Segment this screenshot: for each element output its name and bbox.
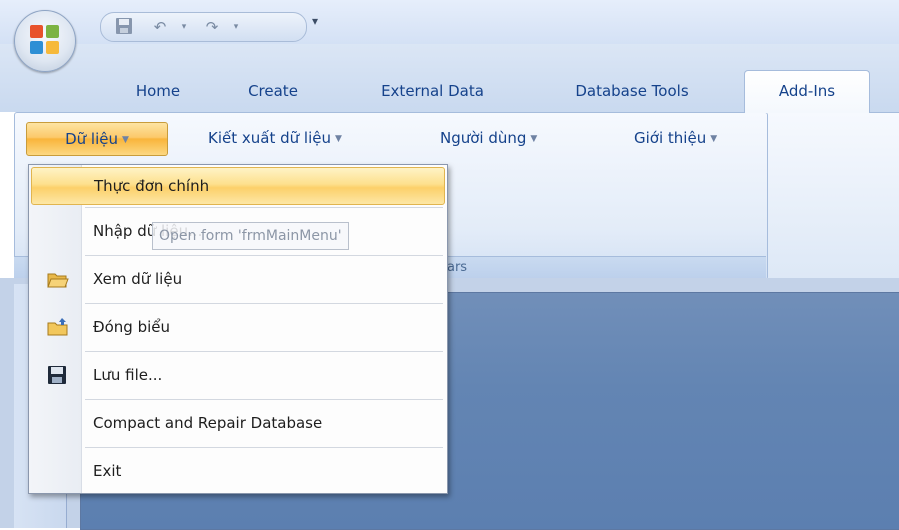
- dropdown-menu-du-lieu: Thực đơn chính Nhập dữ liệu... Xem dữ li…: [28, 164, 448, 494]
- redo-dropdown-icon[interactable]: ▾: [225, 17, 247, 37]
- tab-database-tools[interactable]: Database Tools: [548, 76, 716, 106]
- menu-item-xem-du-lieu[interactable]: Xem dữ liệu: [29, 257, 447, 301]
- menu-item-thuc-don-chinh[interactable]: Thực đơn chính: [31, 167, 445, 205]
- customize-toolbar-icon[interactable]: ▾: [312, 14, 318, 28]
- menu-item-label: Xem dữ liệu: [93, 270, 183, 288]
- tab-home[interactable]: Home: [118, 76, 198, 106]
- menu-item-label: Lưu file...: [93, 366, 163, 384]
- menu-kiet-xuat-label: Kiết xuất dữ liệu: [208, 129, 331, 147]
- menu-nguoi-dung-label: Người dùng: [440, 129, 527, 147]
- office-logo-icon: [30, 25, 60, 55]
- chevron-down-icon: ▼: [334, 133, 342, 144]
- ribbon-empty-area: [768, 112, 899, 279]
- menu-item-luu-file[interactable]: Lưu file...: [29, 353, 447, 397]
- menu-item-label: Thực đơn chính: [94, 177, 210, 195]
- folder-close-icon: [47, 317, 69, 337]
- menu-item-label: Exit: [93, 462, 122, 480]
- menu-separator: [85, 351, 443, 352]
- menu-separator: [85, 303, 443, 304]
- menu-du-lieu-label: Dữ liệu: [65, 130, 118, 148]
- ribbon-group-caption: ars: [447, 260, 468, 275]
- undo-icon[interactable]: ↶: [149, 17, 171, 37]
- office-button[interactable]: [14, 10, 76, 72]
- menu-item-label: Compact and Repair Database: [93, 414, 323, 432]
- tab-add-ins[interactable]: Add-Ins: [744, 70, 870, 113]
- save-icon: [47, 365, 69, 385]
- tab-create[interactable]: Create: [228, 76, 318, 106]
- menu-gioi-thieu[interactable]: Giới thiệu ▼: [634, 122, 717, 154]
- open-folder-icon: [47, 269, 69, 289]
- redo-icon[interactable]: ↷: [201, 17, 223, 37]
- quick-access-toolbar: ↶ ▾ ↷ ▾: [100, 12, 307, 42]
- menu-item-dong-bieu[interactable]: Đóng biểu: [29, 305, 447, 349]
- menu-separator: [85, 255, 443, 256]
- access-window: ↶ ▾ ↷ ▾ ▾ Home Create External Data Data…: [0, 0, 899, 530]
- menu-item-exit[interactable]: Exit: [29, 449, 447, 493]
- menu-separator: [85, 207, 443, 208]
- menu-separator: [85, 399, 443, 400]
- tooltip: Open form 'frmMainMenu': [152, 222, 349, 250]
- menu-item-compact-repair[interactable]: Compact and Repair Database: [29, 401, 447, 445]
- menu-du-lieu[interactable]: Dữ liệu ▼: [26, 122, 168, 156]
- menu-kiet-xuat-du-lieu[interactable]: Kiết xuất dữ liệu ▼: [208, 122, 342, 154]
- chevron-down-icon: ▼: [530, 133, 538, 144]
- menu-nguoi-dung[interactable]: Người dùng ▼: [440, 122, 537, 154]
- chevron-down-icon: ▼: [710, 133, 718, 144]
- save-icon[interactable]: [113, 17, 135, 37]
- tab-external-data[interactable]: External Data: [355, 76, 510, 106]
- menu-item-label: Đóng biểu: [93, 318, 171, 336]
- menu-separator: [85, 447, 443, 448]
- undo-dropdown-icon[interactable]: ▾: [173, 17, 195, 37]
- menu-gioi-thieu-label: Giới thiệu: [634, 129, 707, 147]
- chevron-down-icon: ▼: [121, 134, 129, 145]
